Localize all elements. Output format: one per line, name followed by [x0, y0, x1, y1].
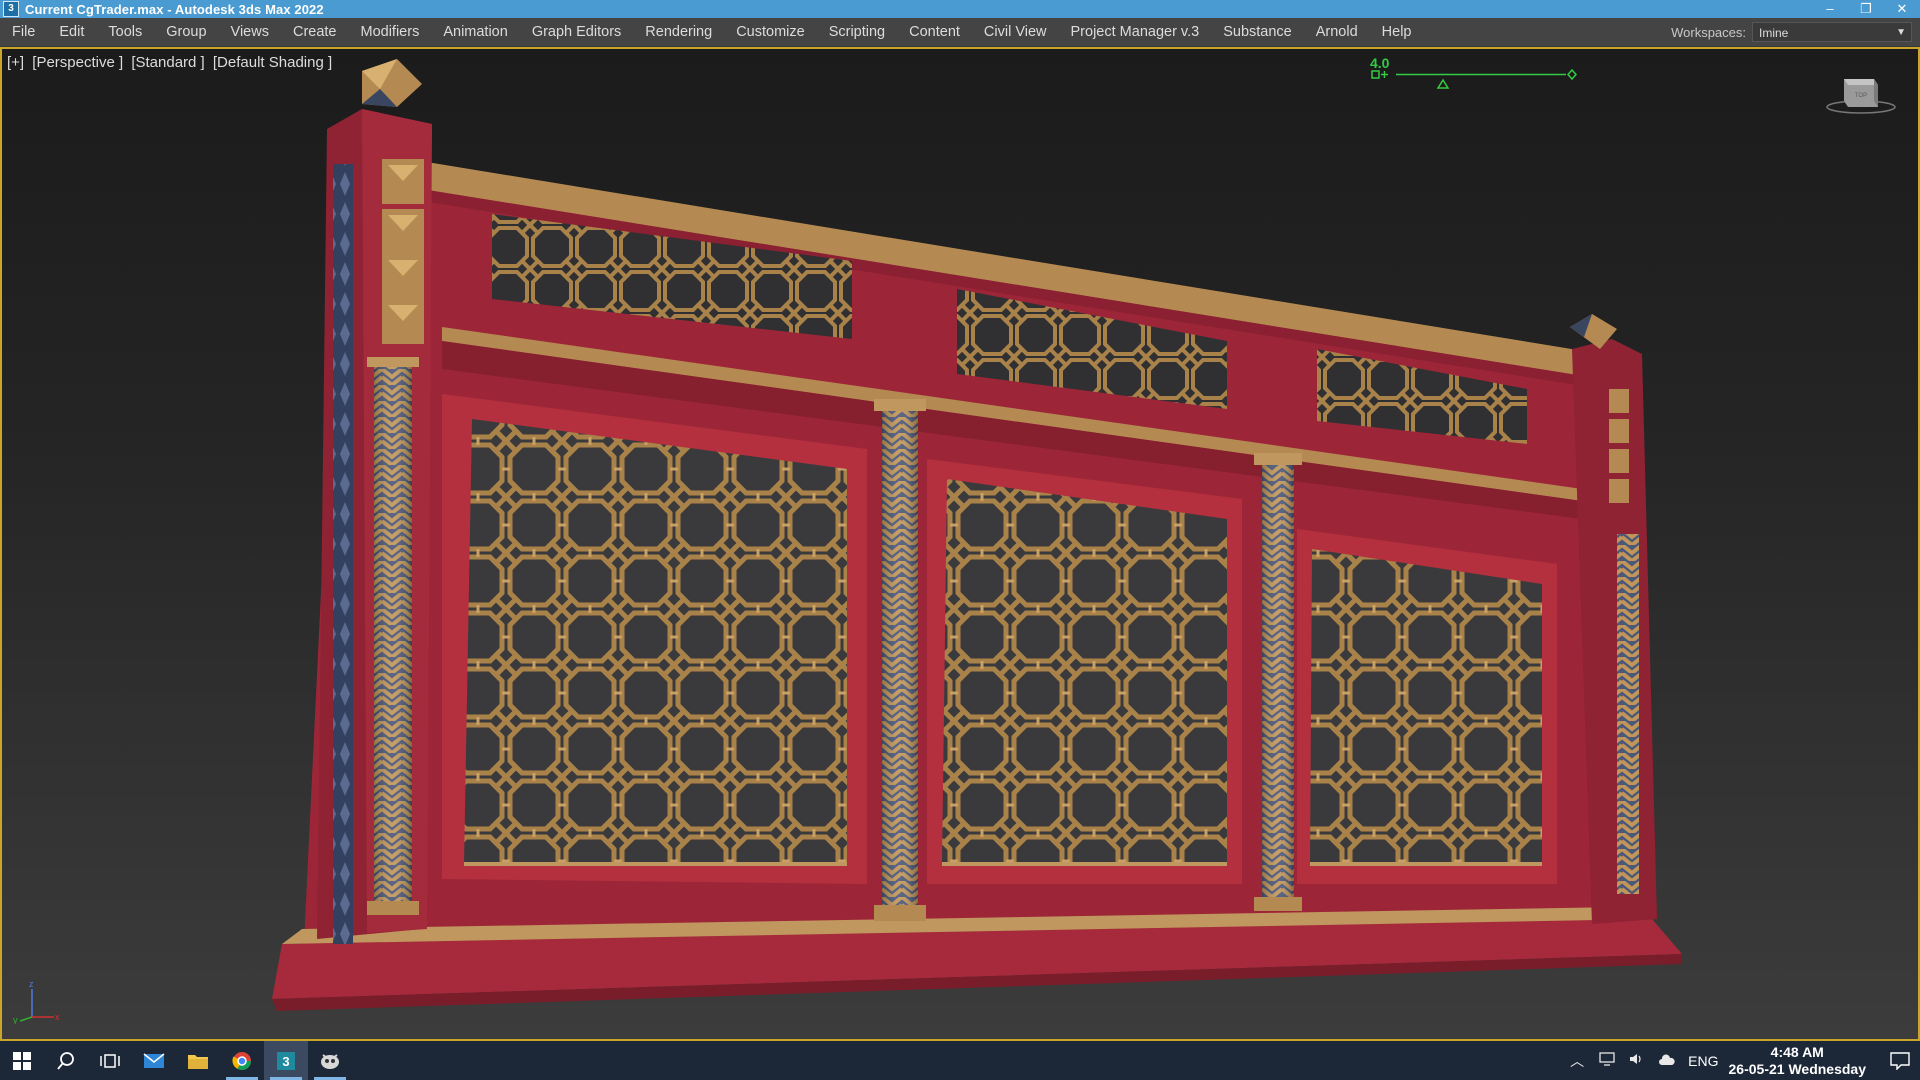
perspective-viewport[interactable]: [+] [Perspective ] [Standard ] [Default … [0, 47, 1920, 1041]
lattice-panel-right [1310, 549, 1542, 864]
cloud-icon[interactable] [1652, 1053, 1682, 1069]
workspaces-dropdown[interactable]: Imine ▼ [1752, 22, 1912, 42]
workspaces-label: Workspaces: [1671, 24, 1746, 40]
menu-customize[interactable]: Customize [724, 24, 817, 40]
menu-substance[interactable]: Substance [1211, 24, 1304, 40]
menu-views[interactable]: Views [219, 24, 281, 40]
menu-civil-view[interactable]: Civil View [972, 24, 1059, 40]
taskbar: 3 ︿ ENG 4:48 AM 26-05-21 Wednesday [0, 1041, 1920, 1080]
3ds-max-button[interactable]: 3 [264, 1041, 308, 1080]
viewport-view-menu[interactable]: [Perspective ] [32, 54, 123, 71]
close-button[interactable]: ✕ [1884, 0, 1920, 18]
menu-help[interactable]: Help [1370, 24, 1424, 40]
railing-model[interactable] [2, 49, 1918, 1039]
network-icon[interactable] [1592, 1052, 1622, 1069]
task-view-icon [100, 1053, 120, 1068]
folder-icon [188, 1054, 208, 1069]
task-view-button[interactable] [88, 1041, 132, 1080]
windows-start-button[interactable] [0, 1041, 44, 1080]
viewport-plus-menu[interactable]: [+] [7, 54, 24, 71]
menu-content[interactable]: Content [897, 24, 972, 40]
menu-project-manager[interactable]: Project Manager v.3 [1059, 24, 1212, 40]
extra-app-button[interactable] [308, 1041, 352, 1080]
restore-button[interactable]: ❐ [1848, 0, 1884, 18]
menu-bar: File Edit Tools Group Views Create Modif… [0, 18, 1920, 47]
svg-text:3: 3 [282, 1054, 289, 1069]
menu-scripting[interactable]: Scripting [817, 24, 897, 40]
minimize-button[interactable]: – [1812, 0, 1848, 18]
search-button[interactable] [44, 1041, 88, 1080]
gizmo-start-marker [1371, 70, 1380, 79]
gizmo-slider[interactable]: 4.0 [1370, 55, 1590, 95]
3ds-max-icon: 3 [277, 1051, 295, 1070]
chrome-icon [232, 1051, 251, 1070]
language-indicator[interactable]: ENG [1688, 1053, 1718, 1069]
viewport-label[interactable]: [+] [Perspective ] [Standard ] [Default … [7, 54, 336, 71]
viewport-shading-menu[interactable]: [Default Shading ] [213, 54, 332, 71]
chevron-up-icon[interactable]: ︿ [1562, 1051, 1592, 1071]
app-icon-extra [321, 1053, 339, 1069]
menu-modifiers[interactable]: Modifiers [349, 24, 432, 40]
clock-date: 26-05-21 Wednesday [1728, 1060, 1866, 1077]
workspaces-value: Imine [1759, 26, 1789, 40]
mail-icon [143, 1052, 165, 1068]
left-post-studs [333, 164, 353, 944]
mail-app-button[interactable] [132, 1041, 176, 1080]
notification-button[interactable] [1880, 1041, 1920, 1080]
clock[interactable]: 4:48 AM 26-05-21 Wednesday [1729, 1044, 1866, 1078]
volume-icon[interactable] [1622, 1052, 1652, 1069]
viewcube-icon[interactable]: TOP [1824, 69, 1898, 117]
file-explorer-button[interactable] [176, 1041, 220, 1080]
gizmo-triangle-icon [1436, 78, 1450, 89]
lattice-panel-middle [942, 479, 1227, 864]
menu-file[interactable]: File [0, 24, 47, 40]
axis-x-label: x [55, 1012, 60, 1022]
menu-rendering[interactable]: Rendering [633, 24, 724, 40]
chevron-down-icon: ▼ [1896, 27, 1906, 38]
lattice-panel-left [464, 419, 847, 864]
system-tray: ︿ ENG 4:48 AM 26-05-21 Wednesday [1562, 1041, 1920, 1080]
chrome-button[interactable] [220, 1041, 264, 1080]
menu-edit[interactable]: Edit [47, 24, 96, 40]
menu-animation[interactable]: Animation [431, 24, 519, 40]
clock-time: 4:48 AM [1770, 1043, 1824, 1060]
window-controls: – ❐ ✕ [1812, 0, 1920, 18]
windows-logo-icon [13, 1051, 31, 1070]
svg-text:TOP: TOP [1855, 93, 1867, 99]
menu-tools[interactable]: Tools [96, 24, 154, 40]
window-title: Current CgTrader.max - Autodesk 3ds Max … [25, 1, 324, 17]
left-post-pyramids [382, 159, 424, 344]
notification-icon [1890, 1051, 1910, 1070]
pillar-right [1617, 534, 1639, 894]
gizmo-end-marker [1566, 68, 1578, 81]
menu-create[interactable]: Create [281, 24, 349, 40]
axis-z-label: z [29, 979, 34, 989]
workspaces-control: Workspaces: Imine ▼ [1671, 18, 1920, 46]
title-bar: 3 Current CgTrader.max - Autodesk 3ds Ma… [0, 0, 1920, 18]
app-icon[interactable]: 3 [3, 1, 19, 17]
menu-graph-editors[interactable]: Graph Editors [520, 24, 633, 40]
viewport-standard-menu[interactable]: [Standard ] [131, 54, 204, 71]
menu-arnold[interactable]: Arnold [1304, 24, 1370, 40]
search-icon [57, 1051, 74, 1070]
axis-tripod-icon: z x y [13, 979, 60, 1024]
menu-group[interactable]: Group [154, 24, 218, 40]
axis-y-label: y [13, 1015, 18, 1024]
